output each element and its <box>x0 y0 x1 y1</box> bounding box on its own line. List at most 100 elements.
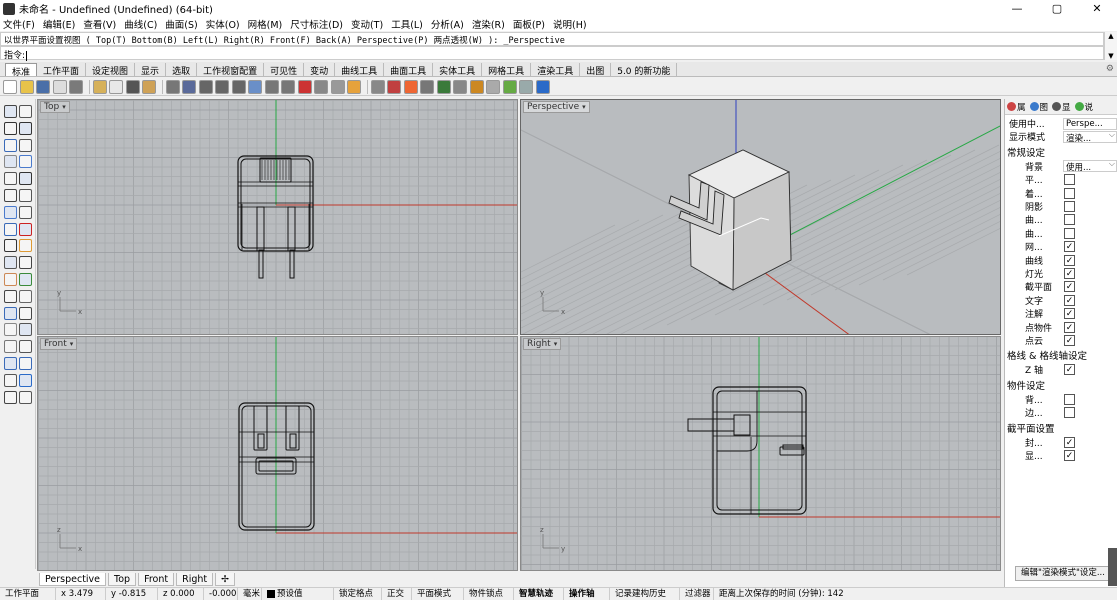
left-tool-icon[interactable] <box>19 121 32 135</box>
toolbar-tab[interactable]: 曲面工具 <box>384 63 434 77</box>
menu-item[interactable]: 分析(A) <box>431 17 464 31</box>
rotate-icon[interactable] <box>248 79 262 94</box>
left-tool-icon[interactable] <box>4 222 17 236</box>
panel-checkbox[interactable] <box>1064 201 1075 212</box>
dropdown-arrow-icon[interactable]: ▾ <box>70 339 74 349</box>
toolbar-tab[interactable]: 工作平面 <box>37 63 87 77</box>
menu-item[interactable]: 文件(F) <box>3 17 35 31</box>
panel-checkbox[interactable] <box>1064 393 1075 405</box>
tab-settings-gear-icon[interactable]: ⚙ <box>1106 64 1114 74</box>
panel-checkbox[interactable] <box>1064 174 1075 186</box>
left-tool-icon[interactable] <box>19 273 32 286</box>
status-toggle[interactable]: 智慧轨迹 <box>514 588 564 600</box>
panel-checkbox[interactable]: ✓ <box>1064 364 1075 376</box>
print-icon[interactable] <box>52 79 67 94</box>
menu-item[interactable]: 曲线(C) <box>124 17 157 31</box>
left-tool-icon[interactable] <box>19 172 32 186</box>
menu-item[interactable]: 查看(V) <box>83 17 116 31</box>
minimize-button[interactable]: — <box>997 0 1037 17</box>
left-tool-icon[interactable] <box>4 273 17 286</box>
maximize-button[interactable]: ▢ <box>1037 0 1077 17</box>
left-tool-icon[interactable] <box>19 155 32 169</box>
viewport-right[interactable]: yz Right ▾ <box>520 336 1001 571</box>
menu-item[interactable]: 面板(P) <box>513 17 545 31</box>
dropdown-arrow-icon[interactable]: ▾ <box>582 102 586 112</box>
open-folder-icon[interactable] <box>19 79 34 94</box>
scroll-down-icon[interactable]: ▼ <box>1108 52 1113 60</box>
panel-checkbox[interactable]: ✓ <box>1064 321 1075 333</box>
render-sphere-icon[interactable] <box>420 79 434 94</box>
menu-item[interactable]: 编辑(E) <box>43 17 75 31</box>
panel-checkbox[interactable]: ✓ <box>1064 294 1075 306</box>
light-icon[interactable] <box>347 79 361 94</box>
panel-checkbox[interactable]: ✓ <box>1064 254 1075 266</box>
toolbar-tab[interactable]: 变动 <box>304 63 336 77</box>
viewport-tab[interactable]: Perspective <box>39 572 107 586</box>
toolbar-tab[interactable]: 选取 <box>166 63 198 77</box>
left-tool-icon[interactable] <box>4 121 17 135</box>
menu-item[interactable]: 工具(L) <box>391 17 423 31</box>
panel-checkbox[interactable] <box>1064 407 1075 419</box>
options-icon[interactable] <box>453 79 467 94</box>
left-tool-icon[interactable] <box>4 189 17 202</box>
menu-item[interactable]: 说明(H) <box>553 17 587 31</box>
left-tool-icon[interactable] <box>19 373 32 387</box>
panel-row-value[interactable]: Perspe... <box>1063 117 1117 130</box>
dropdown-arrow-icon[interactable]: ▾ <box>554 339 558 349</box>
status-toggle[interactable]: 锁定格点 <box>334 588 382 600</box>
left-tool-icon[interactable] <box>4 138 17 152</box>
panel-tab[interactable]: 属 <box>1005 101 1028 113</box>
panel-checkbox[interactable] <box>1064 214 1075 226</box>
viewport-perspective-label[interactable]: Perspective ▾ <box>523 101 590 113</box>
mesh-icon[interactable] <box>469 79 484 94</box>
left-tool-icon[interactable] <box>19 138 32 152</box>
panel-checkbox[interactable]: ✓ <box>1064 281 1075 293</box>
toolbar-tab[interactable]: 渲染工具 <box>531 63 581 77</box>
status-toggle[interactable]: 操作轴 <box>564 588 610 600</box>
status-toggle[interactable]: 平面模式 <box>412 588 464 600</box>
status-toggle[interactable]: 过滤器 <box>680 588 714 600</box>
transform-icon[interactable] <box>486 79 500 94</box>
menu-item[interactable]: 实体(O) <box>206 17 240 31</box>
left-tool-icon[interactable] <box>19 289 32 303</box>
panel-tab[interactable]: 说 <box>1073 101 1096 113</box>
dropdown-arrow-icon[interactable]: ▾ <box>62 102 66 112</box>
menu-item[interactable]: 网格(M) <box>248 17 283 31</box>
panel-checkbox[interactable]: ✓ <box>1064 268 1075 279</box>
left-tool-icon[interactable] <box>19 105 32 118</box>
top-viewport-canvas[interactable]: xy <box>38 100 518 335</box>
panel-tab[interactable]: 图 <box>1028 101 1051 113</box>
layer-icon[interactable] <box>370 79 385 94</box>
command-line[interactable]: 指令: <box>0 46 1104 61</box>
panel-checkbox[interactable]: ✓ <box>1064 335 1075 346</box>
left-tool-icon[interactable] <box>4 172 17 186</box>
front-viewport-canvas[interactable]: xz <box>38 337 518 571</box>
left-tool-icon[interactable] <box>19 256 32 270</box>
viewport-tab[interactable]: ✢ <box>215 572 236 586</box>
left-tool-icon[interactable] <box>19 357 32 370</box>
panel-checkbox[interactable] <box>1064 187 1075 199</box>
left-tool-icon[interactable] <box>19 222 32 236</box>
status-toggle[interactable]: 记录建构历史 <box>610 588 680 600</box>
right-viewport-canvas[interactable]: yz <box>521 337 1001 571</box>
panel-row-value[interactable]: 渲染... <box>1063 130 1117 143</box>
left-tool-icon[interactable] <box>4 390 17 404</box>
copy-icon[interactable] <box>92 79 107 94</box>
panel-checkbox[interactable]: ✓ <box>1064 450 1075 461</box>
toolbar-tab[interactable]: 工作视窗配置 <box>197 63 265 77</box>
viewport-top-label[interactable]: Top ▾ <box>40 101 70 113</box>
zoom-icon[interactable] <box>182 79 196 94</box>
perspective-viewport-canvas[interactable]: xy <box>521 100 1001 335</box>
left-tool-icon[interactable] <box>4 323 17 337</box>
render-icon[interactable] <box>436 79 451 94</box>
zoom-selected-icon[interactable] <box>231 79 246 94</box>
help-icon[interactable] <box>535 79 550 94</box>
scroll-up-icon[interactable]: ▲ <box>1108 32 1113 40</box>
point-icon[interactable] <box>330 79 345 94</box>
cut-icon[interactable] <box>69 79 83 94</box>
panel-checkbox[interactable]: ✓ <box>1064 308 1075 320</box>
left-tool-icon[interactable] <box>4 256 17 270</box>
left-tool-icon[interactable] <box>19 390 32 404</box>
zoom-extents-icon[interactable] <box>215 79 229 94</box>
panel-row-value[interactable]: 使用... <box>1063 160 1117 173</box>
